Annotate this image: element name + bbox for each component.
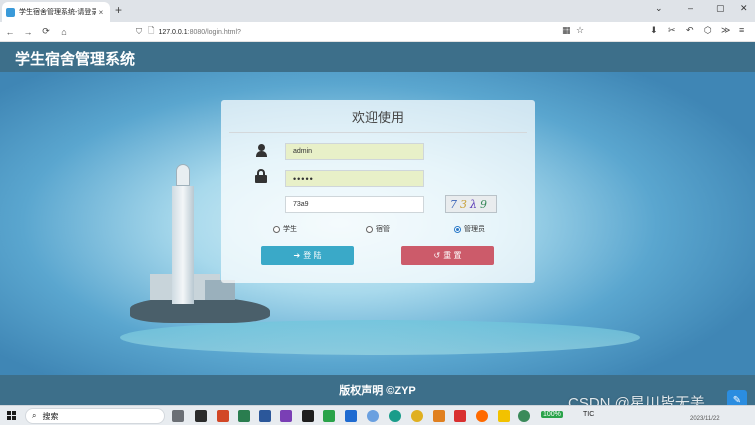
chat-icon[interactable]	[518, 410, 530, 422]
maximize-icon[interactable]: ▢	[716, 3, 725, 14]
favicon-icon	[6, 7, 15, 17]
browser-icon[interactable]	[367, 410, 379, 422]
copyright-text: 版权声明 ©ZYP	[339, 385, 416, 397]
role-radio-admin[interactable]: 管理员	[454, 224, 485, 234]
downloads-icon[interactable]: ⬇	[650, 25, 658, 36]
site-title: 学生宿舍管理系统	[15, 50, 136, 68]
chrome-icon[interactable]	[411, 410, 423, 422]
url-host: 127.0.0.1	[158, 28, 188, 36]
ide-icon[interactable]	[302, 410, 314, 422]
heading-divider	[229, 132, 527, 133]
captcha-input[interactable]: 73a9	[285, 196, 424, 213]
task-view-icon[interactable]	[172, 410, 184, 422]
word-icon[interactable]	[259, 410, 271, 422]
windows-start-icon[interactable]	[7, 411, 17, 421]
captcha-char: λ	[470, 197, 480, 211]
screenshot-icon[interactable]: ✂	[668, 25, 676, 36]
role-radio-dorm-manager[interactable]: 宿管	[366, 224, 390, 234]
site-header: 学生宿舍管理系统	[0, 42, 755, 72]
role-label: 管理员	[464, 226, 485, 233]
onenote-icon[interactable]	[280, 410, 292, 422]
url-path: :8080/login.html?	[187, 28, 241, 36]
captcha-char: 7	[450, 197, 460, 211]
role-label: 学生	[283, 226, 297, 233]
tab-close-icon[interactable]: ×	[96, 8, 106, 17]
wechat-icon[interactable]	[323, 410, 335, 422]
radio-button[interactable]	[366, 225, 373, 233]
page-info-icon[interactable]: 🗋	[148, 25, 154, 39]
arrow-right-icon: ➔	[293, 251, 301, 260]
home-icon[interactable]: ⌂	[56, 27, 72, 37]
taskbar-search[interactable]: ⌕ 搜索	[25, 408, 165, 424]
browser-tab-bar: 学生宿舍管理系统-请登录 × + ⌄ – ▢ ✕	[0, 0, 755, 22]
app-icon[interactable]	[195, 410, 207, 422]
powerpoint-icon[interactable]	[217, 410, 229, 422]
forward-icon[interactable]: →	[20, 27, 36, 37]
lock-icon	[255, 169, 267, 183]
lighthouse-illustration	[168, 164, 198, 304]
role-label: 宿管	[376, 226, 390, 233]
tray-text: TIC	[583, 411, 595, 418]
search-label: 搜索	[42, 411, 59, 421]
lighthouse-lamp	[176, 164, 190, 186]
excel-icon[interactable]	[238, 410, 250, 422]
role-radio-student[interactable]: 学生	[273, 224, 297, 234]
browser-tab[interactable]: 学生宿舍管理系统-请登录 ×	[2, 2, 110, 22]
edge-icon[interactable]	[389, 410, 401, 422]
radio-button-checked[interactable]	[454, 225, 461, 233]
captcha-char: 3	[460, 197, 470, 211]
address-bar[interactable]: ⛉ 🗋 127.0.0.1:8080/login.html?	[130, 24, 590, 40]
wps-icon[interactable]	[454, 410, 466, 422]
browser-nav-bar: ← → ⟳ ⌂ ⛉ 🗋 127.0.0.1:8080/login.html? ▦…	[0, 22, 755, 42]
folder-icon[interactable]	[433, 410, 445, 422]
search-icon: ⌕	[32, 411, 37, 420]
username-input[interactable]: admin	[285, 143, 424, 160]
background-sea	[120, 320, 640, 355]
background-house-annex	[205, 280, 235, 300]
new-tab-button[interactable]: +	[115, 3, 122, 17]
refresh-icon: ↺	[433, 251, 441, 260]
login-panel: 欢迎使用 admin ••••• 73a9 73λ9 学生 宿管 管理员 ➔ 登…	[221, 100, 535, 283]
login-button[interactable]: ➔ 登 陆	[261, 246, 354, 265]
firefox-icon[interactable]	[476, 410, 488, 422]
os-taskbar: ⌕ 搜索 100% TIC 2023/11/22	[0, 405, 755, 425]
app-icon-blue[interactable]	[345, 410, 357, 422]
undo-icon[interactable]: ↶	[686, 25, 694, 36]
password-input[interactable]: •••••	[285, 170, 424, 187]
page-viewport: 学生宿舍管理系统 欢迎使用 admin ••••• 73a9 73λ9 学生 宿…	[0, 42, 755, 405]
bookmark-star-icon[interactable]: ☆	[576, 25, 584, 36]
background-rocks	[130, 297, 270, 323]
tab-list-icon[interactable]: ⌄	[655, 3, 663, 14]
extensions-icon[interactable]: ⬡	[704, 25, 712, 36]
lighthouse-tower	[172, 186, 194, 304]
user-icon	[255, 144, 267, 158]
reset-button-label: 重 置	[443, 251, 462, 260]
reload-icon[interactable]: ⟳	[38, 26, 54, 37]
reset-button[interactable]: ↺ 重 置	[401, 246, 494, 265]
battery-badge: 100%	[541, 411, 563, 418]
captcha-image[interactable]: 73λ9	[445, 195, 497, 213]
tab-title: 学生宿舍管理系统-请登录	[19, 9, 96, 16]
close-window-icon[interactable]: ✕	[740, 3, 748, 14]
taskbar-date[interactable]: 2023/11/22	[690, 416, 720, 422]
minimize-icon[interactable]: –	[688, 3, 693, 13]
shield-icon: ⛉	[136, 27, 142, 36]
login-button-label: 登 陆	[303, 251, 322, 260]
more-tools-icon[interactable]: ≫	[721, 25, 730, 36]
radio-button[interactable]	[273, 225, 280, 233]
back-icon[interactable]: ←	[2, 27, 18, 37]
captcha-char: 9	[479, 197, 490, 211]
menu-icon[interactable]: ≡	[739, 25, 744, 35]
qq-icon[interactable]	[498, 410, 510, 422]
qr-code-icon[interactable]: ▦	[562, 25, 571, 36]
login-heading: 欢迎使用	[351, 111, 404, 126]
